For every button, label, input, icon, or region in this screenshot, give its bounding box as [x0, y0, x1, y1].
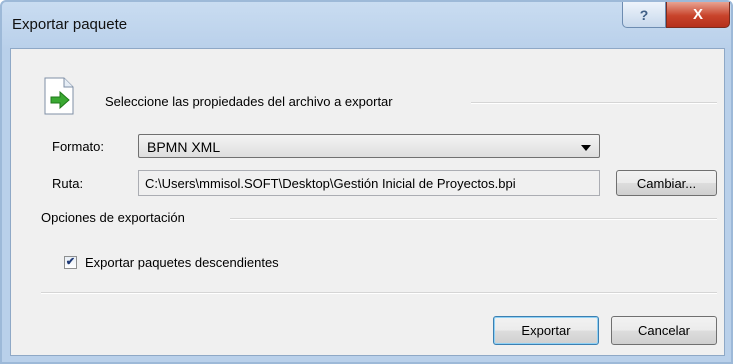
- export-options-separator: [230, 218, 717, 220]
- header-instruction: Seleccione las propiedades del archivo a…: [105, 94, 393, 109]
- format-dropdown[interactable]: BPMN XML: [138, 134, 600, 158]
- chevron-down-icon: [581, 145, 591, 151]
- footer-separator: [41, 292, 717, 294]
- change-button-label: Cambiar...: [636, 175, 697, 191]
- dialog-title: Exportar paquete: [12, 16, 128, 33]
- export-package-dialog: Exportar paquete ? X Seleccione las prop…: [0, 0, 733, 364]
- close-icon: X: [692, 6, 703, 23]
- checkmark-icon: ✔: [65, 256, 76, 268]
- format-dropdown-value: BPMN XML: [147, 139, 221, 155]
- dialog-body: Seleccione las propiedades del archivo a…: [10, 48, 725, 356]
- title-bar[interactable]: Exportar paquete ? X: [2, 2, 731, 46]
- header-separator: [471, 102, 717, 104]
- export-document-icon: [44, 77, 74, 115]
- route-field[interactable]: C:\Users\mmisol.SOFT\Desktop\Gestión Ini…: [138, 170, 600, 196]
- export-button[interactable]: Exportar: [493, 316, 599, 345]
- export-children-label[interactable]: Exportar paquetes descendientes: [85, 255, 279, 270]
- close-button[interactable]: X: [666, 2, 730, 28]
- route-field-value: C:\Users\mmisol.SOFT\Desktop\Gestión Ini…: [145, 176, 516, 191]
- cancel-button-label: Cancelar: [637, 323, 691, 338]
- export-button-label: Exportar: [521, 323, 571, 338]
- export-options-label: Opciones de exportación: [41, 210, 185, 225]
- export-children-checkbox[interactable]: ✔: [64, 256, 77, 269]
- cancel-button[interactable]: Cancelar: [611, 316, 717, 345]
- help-button[interactable]: ?: [622, 2, 666, 28]
- change-button[interactable]: Cambiar...: [616, 170, 717, 196]
- format-label: Formato:: [52, 139, 105, 154]
- route-label: Ruta:: [52, 176, 84, 191]
- help-icon: ?: [639, 6, 649, 23]
